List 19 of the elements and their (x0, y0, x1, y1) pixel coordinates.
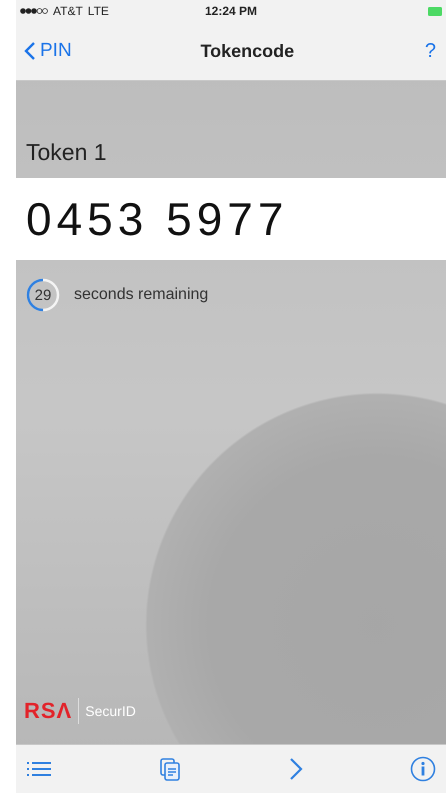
screen-title: Tokencode (199, 40, 296, 62)
help-button[interactable]: ? (422, 40, 438, 62)
signal-icon (20, 8, 48, 14)
info-button[interactable] (410, 756, 436, 782)
battery-icon (428, 6, 442, 16)
tokencode: 0453 5977 (26, 192, 288, 246)
product-name: SecurID (84, 703, 136, 719)
brand-logo: RSΛ (24, 698, 80, 724)
chevron-icon (24, 41, 36, 61)
seconds-count: 29 (34, 286, 52, 304)
clock-time: 12:24 PM (204, 4, 258, 18)
countdown-label: seconds remaining (74, 286, 208, 304)
back-button[interactable]: PIN (24, 40, 72, 62)
list-button[interactable] (26, 760, 52, 778)
copy-button[interactable] (159, 757, 182, 781)
network-type: LTE (88, 4, 109, 18)
carrier-name: AT&T (53, 4, 83, 18)
token-name: Token 1 (26, 139, 107, 166)
next-button[interactable] (288, 757, 303, 781)
